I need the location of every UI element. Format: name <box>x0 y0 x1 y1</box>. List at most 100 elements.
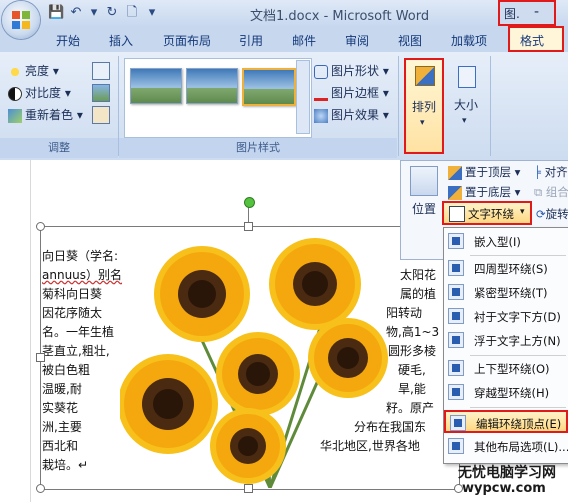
redo-icon[interactable]: ↻ <box>104 5 120 21</box>
size-button[interactable]: 大小 ▾ <box>452 62 482 132</box>
tab-mailings[interactable]: 邮件 <box>292 32 316 49</box>
tab-review[interactable]: 审阅 <box>345 32 369 49</box>
align-label: 对齐 <box>544 165 568 179</box>
wrap-in-front-option[interactable]: 浮于文字上方(N) <box>444 329 568 352</box>
size-label: 大小 <box>454 98 479 112</box>
picture-shape-icon <box>314 64 328 79</box>
picture-style-thumb-2[interactable] <box>186 68 238 104</box>
site-watermark-url: wypcw.com <box>462 481 546 496</box>
group-separator <box>398 56 399 156</box>
tab-home[interactable]: 开始 <box>56 32 80 49</box>
menu-separator <box>470 355 566 356</box>
wrap-square-icon <box>448 260 464 276</box>
tab-add-ins[interactable]: 加载项 <box>451 32 487 49</box>
wrap-option-label: 编辑环绕顶点(E) <box>476 417 562 431</box>
size-dropdown-icon: ▾ <box>462 116 467 126</box>
picture-style-thumb-3[interactable] <box>242 68 296 106</box>
group-label-adjust: 调整 <box>0 138 118 158</box>
tab-page-layout[interactable]: 页面布局 <box>163 32 211 49</box>
wrap-tight-icon <box>448 284 464 300</box>
picture-shape-label: 图片形状 <box>331 64 380 78</box>
picture-effects-icon <box>314 108 328 123</box>
reset-picture-icon[interactable] <box>92 106 110 124</box>
gallery-scrollbar[interactable] <box>296 60 310 134</box>
align-button[interactable]: ╞ 对齐 <box>534 164 568 180</box>
contrast-icon <box>8 86 22 101</box>
page-edge <box>30 160 31 502</box>
wrap-option-label: 浮于文字上方(N) <box>474 334 561 348</box>
tab-references[interactable]: 引用 <box>239 32 263 49</box>
wrap-through-option[interactable]: 穿越型环绕(H) <box>444 381 568 404</box>
menu-separator <box>470 255 566 256</box>
tab-insert[interactable]: 插入 <box>109 32 133 49</box>
wrap-behind-text-option[interactable]: 衬于文字下方(D) <box>444 305 568 328</box>
wrap-option-label: 其他布局选项(L)... <box>474 440 568 454</box>
rotate-icon: ⟳ <box>536 207 546 221</box>
text-wrap-button[interactable]: 文字环绕 ▾ <box>442 201 532 225</box>
group-button[interactable]: ⧉ 组合 <box>534 184 568 200</box>
picture-selection-frame <box>40 226 460 490</box>
position-label: 位置 <box>412 202 437 216</box>
picture-border-button[interactable]: 图片边框 ▾ <box>314 84 389 101</box>
wrap-option-label: 衬于文字下方(D) <box>474 310 561 324</box>
arrange-button[interactable]: 排列 ▾ <box>404 58 444 154</box>
picture-button[interactable]: 图. <box>504 5 520 22</box>
brightness-button[interactable]: 亮度 ▾ <box>8 62 59 79</box>
window-controls: 图. - <box>498 0 556 26</box>
position-icon <box>410 166 438 196</box>
tab-view[interactable]: 视图 <box>398 32 422 49</box>
picture-effects-label: 图片效果 <box>331 108 380 122</box>
wrap-option-label: 四周型环绕(S) <box>474 262 548 276</box>
send-to-back-icon <box>448 185 462 200</box>
bring-to-front-icon <box>448 165 462 180</box>
office-button[interactable] <box>2 1 40 39</box>
brightness-label: 亮度 <box>25 64 50 78</box>
group-label-picture-styles: 图片样式 <box>119 138 397 158</box>
new-document-icon[interactable]: 🗋 <box>124 5 140 21</box>
customize-quick-access-icon[interactable]: ▾ <box>144 5 160 21</box>
save-icon[interactable]: 💾 <box>48 5 64 21</box>
resize-handle-top[interactable] <box>244 222 253 231</box>
rotate-button[interactable]: ⟳旋转 <box>536 206 568 222</box>
recolor-icon <box>8 108 22 123</box>
edit-wrap-points-option[interactable]: 编辑环绕顶点(E) <box>444 410 568 433</box>
minimize-button[interactable]: - <box>534 4 539 20</box>
wrap-option-label: 上下型环绕(O) <box>474 362 550 376</box>
picture-shape-button[interactable]: 图片形状 ▾ <box>314 62 389 79</box>
edit-wrap-points-icon <box>450 415 466 431</box>
group-label: 组合 <box>545 185 568 199</box>
contrast-button[interactable]: 对比度 ▾ <box>8 84 71 101</box>
picture-border-label: 图片边框 <box>331 86 380 100</box>
position-button[interactable]: 位置 <box>412 200 436 217</box>
bring-to-front-button[interactable]: 置于顶层 ▾ <box>448 164 520 180</box>
size-icon <box>458 66 476 88</box>
resize-handle-left[interactable] <box>36 353 45 362</box>
wrap-tight-option[interactable]: 紧密型环绕(T) <box>444 281 568 304</box>
arrange-icon <box>415 66 435 86</box>
text-wrap-label: 文字环绕 <box>468 207 514 221</box>
undo-icon[interactable]: ↶ <box>68 5 84 21</box>
undo-dropdown-icon[interactable]: ▾ <box>86 5 102 21</box>
tab-format[interactable]: 格式 <box>508 26 564 52</box>
wrap-top-bottom-option[interactable]: 上下型环绕(O) <box>444 357 568 380</box>
wrap-inline-icon <box>448 233 464 249</box>
picture-effects-button[interactable]: 图片效果 ▾ <box>314 106 389 123</box>
brightness-icon <box>8 64 22 79</box>
compress-pictures-icon[interactable] <box>92 62 110 80</box>
resize-handle-top-left[interactable] <box>36 222 45 231</box>
wrap-in-front-icon <box>448 332 464 348</box>
resize-handle-bottom-left[interactable] <box>36 484 45 493</box>
wrap-square-option[interactable]: 四周型环绕(S) <box>444 257 568 280</box>
arrange-dropdown-icon: ▾ <box>420 118 425 128</box>
wrap-inline-option[interactable]: 嵌入型(I) <box>444 230 568 253</box>
wrap-option-label: 穿越型环绕(H) <box>474 386 550 400</box>
picture-style-thumb-1[interactable] <box>130 68 182 104</box>
rotate-handle[interactable] <box>244 197 255 208</box>
recolor-button[interactable]: 重新着色 ▾ <box>8 106 83 123</box>
more-layout-options[interactable]: 其他布局选项(L)... <box>444 435 568 458</box>
send-to-back-button[interactable]: 置于底层 ▾ <box>448 184 520 200</box>
resize-handle-bottom[interactable] <box>244 484 253 493</box>
bring-to-front-label: 置于顶层 <box>465 165 511 179</box>
change-picture-icon[interactable] <box>92 84 110 102</box>
group-icon: ⧉ <box>534 185 543 199</box>
